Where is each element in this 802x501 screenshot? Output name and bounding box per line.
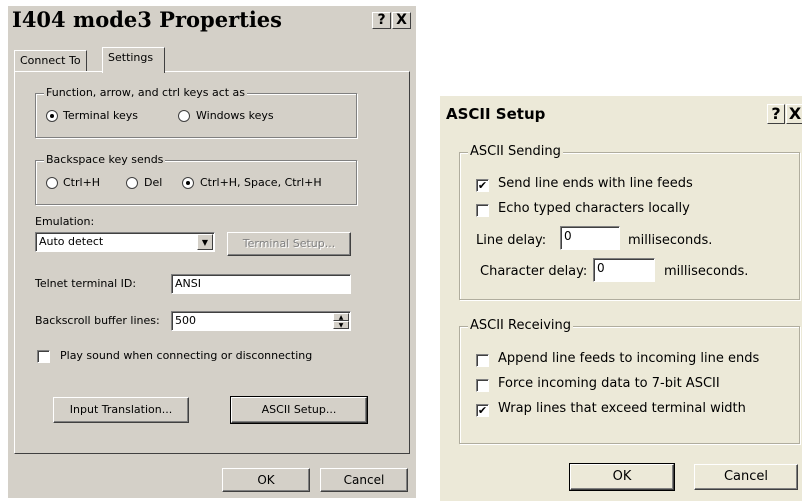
send-line-ends-label: Send line ends with line feeds	[498, 176, 693, 191]
help-button[interactable]: ?	[372, 12, 391, 29]
title-bar[interactable]: ASCII Setup ? X	[440, 96, 802, 132]
group-label: ASCII Receiving	[468, 318, 574, 333]
force-7bit-label: Force incoming data to 7-bit ASCII	[498, 376, 720, 391]
emulation-dropdown[interactable]: Auto detect ▼	[35, 232, 215, 252]
ok-button[interactable]: OK	[569, 463, 675, 491]
input-translation-button[interactable]: Input Translation...	[53, 397, 189, 423]
radio-label: Windows keys	[196, 109, 274, 122]
keys-group: Function, arrow, and ctrl keys act as Te…	[35, 86, 357, 138]
dropdown-value: Auto detect	[39, 235, 104, 248]
line-delay-unit: milliseconds.	[628, 233, 713, 248]
field-value: 0	[597, 261, 605, 275]
append-lf-label: Append line feeds to incoming line ends	[498, 351, 760, 366]
close-button[interactable]: X	[392, 12, 411, 29]
backscroll-stepper[interactable]: 500 ▲ ▼	[171, 311, 351, 331]
echo-typed-checkbox[interactable]	[476, 204, 489, 217]
char-delay-field[interactable]: 0	[593, 258, 655, 282]
send-line-ends-checkbox[interactable]: ✔	[476, 179, 489, 192]
tab-label: Settings	[108, 51, 154, 64]
backscroll-label: Backscroll buffer lines:	[35, 314, 160, 327]
cancel-button[interactable]: Cancel	[320, 468, 408, 492]
spin-up-icon[interactable]: ▲	[333, 313, 349, 321]
tab-connect-to[interactable]: Connect To	[14, 50, 87, 72]
ok-button[interactable]: OK	[222, 468, 310, 492]
tab-label: Connect To	[20, 54, 81, 67]
ascii-setup-dialog: ASCII Setup ? X ASCII Sending ✔ Send lin…	[440, 96, 802, 501]
play-sound-checkbox[interactable]	[37, 350, 50, 363]
append-lf-checkbox[interactable]	[476, 354, 489, 367]
chevron-down-icon[interactable]: ▼	[197, 234, 213, 250]
radio-del[interactable]	[126, 177, 138, 189]
char-delay-unit: milliseconds.	[664, 264, 749, 279]
wrap-lines-label: Wrap lines that exceed terminal width	[498, 401, 746, 416]
wrap-lines-checkbox[interactable]: ✔	[476, 404, 489, 417]
force-7bit-checkbox[interactable]	[476, 379, 489, 392]
field-value: 0	[564, 229, 572, 243]
ascii-receiving-group: ASCII Receiving Append line feeds to inc…	[459, 318, 800, 444]
field-value: ANSI	[175, 277, 201, 290]
radio-label: Ctrl+H	[63, 176, 101, 189]
title-bar[interactable]: I404 mode3 Properties ? X	[8, 6, 416, 36]
line-delay-label: Line delay:	[476, 233, 547, 248]
group-label: Backspace key sends	[44, 153, 166, 166]
echo-typed-label: Echo typed characters locally	[498, 201, 690, 216]
telnet-id-label: Telnet terminal ID:	[35, 277, 137, 290]
radio-label: Del	[144, 176, 163, 189]
tab-settings[interactable]: Settings	[102, 47, 165, 73]
help-button[interactable]: ?	[767, 104, 785, 124]
settings-panel: Function, arrow, and ctrl keys act as Te…	[14, 71, 410, 454]
field-value: 500	[175, 314, 196, 327]
char-delay-label: Character delay:	[480, 264, 588, 279]
telnet-id-field[interactable]: ANSI	[171, 274, 351, 294]
line-delay-field[interactable]: 0	[560, 226, 620, 250]
properties-dialog: I404 mode3 Properties ? X Connect To Set…	[8, 6, 416, 498]
terminal-setup-button[interactable]: Terminal Setup...	[227, 232, 351, 256]
radio-label: Terminal keys	[63, 109, 138, 122]
radio-ctrl-h[interactable]	[46, 177, 58, 189]
window-title: ASCII Setup	[446, 105, 546, 123]
radio-label: Ctrl+H, Space, Ctrl+H	[200, 176, 322, 189]
window-title: I404 mode3 Properties	[12, 7, 282, 32]
ascii-sending-group: ASCII Sending ✔ Send line ends with line…	[459, 144, 800, 300]
group-label: ASCII Sending	[468, 144, 563, 159]
ascii-setup-button[interactable]: ASCII Setup...	[230, 396, 368, 424]
group-label: Function, arrow, and ctrl keys act as	[44, 86, 248, 99]
emulation-label: Emulation:	[35, 215, 95, 228]
backspace-group: Backspace key sends Ctrl+H Del Ctrl+H, S…	[35, 153, 357, 205]
radio-windows-keys[interactable]	[178, 110, 190, 122]
radio-ctrl-h-space[interactable]	[182, 177, 194, 189]
cancel-button[interactable]: Cancel	[694, 464, 798, 490]
spin-down-icon[interactable]: ▼	[333, 321, 349, 329]
radio-terminal-keys[interactable]	[46, 110, 58, 122]
close-button[interactable]: X	[786, 104, 802, 124]
spin-buttons[interactable]: ▲ ▼	[333, 313, 349, 329]
play-sound-label: Play sound when connecting or disconnect…	[60, 349, 313, 362]
